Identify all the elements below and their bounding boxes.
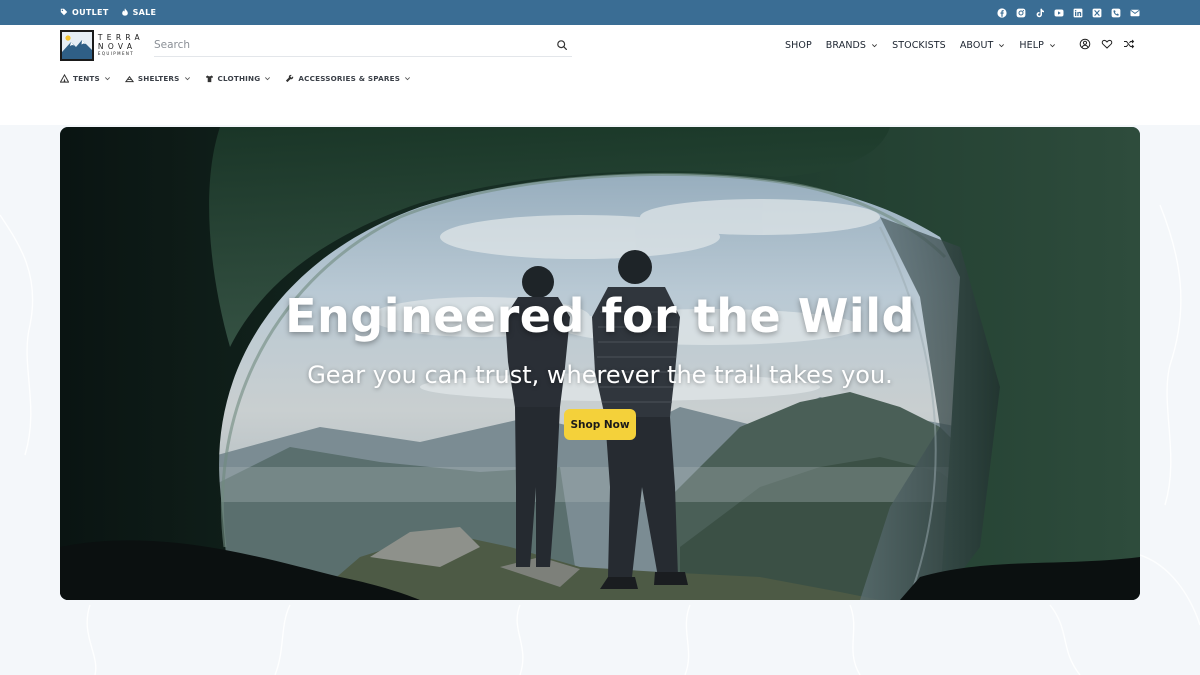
- chevron-down-icon: [871, 42, 878, 49]
- cat-shelters-label: SHELTERS: [137, 73, 180, 83]
- sale-label: SALE: [132, 8, 157, 17]
- outlet-label: OUTLET: [72, 8, 109, 17]
- brand-logo[interactable]: TERRA NOVA EQUIPMENT: [60, 29, 144, 61]
- nav-help-label: HELP: [1019, 39, 1044, 51]
- shop-now-button[interactable]: Shop Now: [564, 409, 636, 440]
- cat-shelters[interactable]: SHELTERS: [124, 73, 191, 83]
- shirt-icon: [205, 74, 214, 83]
- logo-wordmark: TERRA NOVA EQUIPMENT: [98, 33, 144, 57]
- nav-help[interactable]: HELP: [1019, 40, 1056, 51]
- chevron-down-icon: [998, 42, 1005, 49]
- social-links: [997, 7, 1140, 18]
- nav-brands[interactable]: BRANDS: [826, 40, 878, 51]
- wrench-icon: [285, 74, 294, 83]
- top-bar: OUTLET SALE: [0, 0, 1200, 25]
- site-header: TERRA NOVA EQUIPMENT SHOP BRANDS STOCKIS…: [0, 25, 1200, 125]
- compare-shuffle-icon[interactable]: [1123, 38, 1135, 50]
- hero-banner: Engineered for the Wild Gear you can tru…: [60, 127, 1140, 600]
- chevron-down-icon: [404, 75, 411, 82]
- nav-stockists[interactable]: STOCKISTS: [892, 40, 946, 51]
- logo-line-1: TERRA: [97, 33, 144, 42]
- cat-tents-label: TENTS: [73, 73, 100, 83]
- logo-mountain-mark: [60, 29, 94, 61]
- tag-icon: [60, 8, 68, 18]
- shelter-icon: [124, 74, 134, 83]
- cat-accessories[interactable]: ACCESSORIES & SPARES: [285, 74, 411, 83]
- search-input[interactable]: [154, 38, 534, 51]
- hero-subtitle: Gear you can trust, wherever the trail t…: [307, 361, 893, 389]
- sale-link[interactable]: SALE: [121, 7, 157, 18]
- top-bar-links: OUTLET SALE: [60, 7, 157, 18]
- tent-icon: [60, 73, 69, 83]
- account-icon[interactable]: [1079, 38, 1091, 50]
- tiktok-icon[interactable]: [1035, 8, 1045, 18]
- search-icon[interactable]: [556, 39, 568, 51]
- chevron-down-icon: [184, 75, 191, 82]
- logo-line-3: EQUIPMENT: [97, 51, 135, 56]
- chevron-down-icon: [264, 75, 271, 82]
- hero-title: Engineered for the Wild: [285, 289, 915, 343]
- search-bar: [154, 33, 572, 57]
- cat-clothing-label: CLOTHING: [217, 73, 261, 83]
- nav-brands-label: BRANDS: [825, 39, 867, 51]
- mail-icon[interactable]: [1130, 8, 1140, 18]
- header-utility-icons: [1079, 38, 1135, 50]
- chevron-down-icon: [104, 75, 111, 82]
- nav-shop-label: SHOP: [785, 39, 812, 51]
- facebook-icon[interactable]: [997, 7, 1007, 18]
- nav-stockists-label: STOCKISTS: [892, 39, 946, 51]
- wishlist-heart-icon[interactable]: [1101, 38, 1113, 50]
- chevron-down-icon: [1049, 42, 1056, 49]
- cat-accessories-label: ACCESSORIES & SPARES: [298, 73, 401, 83]
- category-navigation: TENTS SHELTERS CLOTHING ACCESSORIES & SP…: [60, 72, 411, 84]
- youtube-icon[interactable]: [1054, 8, 1064, 18]
- main-navigation: SHOP BRANDS STOCKISTS ABOUT HELP: [785, 37, 1056, 53]
- cat-tents[interactable]: TENTS: [60, 73, 111, 83]
- nav-shop[interactable]: SHOP: [785, 40, 812, 51]
- linkedin-icon[interactable]: [1073, 8, 1083, 18]
- instagram-icon[interactable]: [1016, 8, 1026, 18]
- outlet-link[interactable]: OUTLET: [60, 8, 109, 18]
- flame-icon: [121, 7, 129, 18]
- nav-about[interactable]: ABOUT: [960, 40, 1006, 51]
- x-icon[interactable]: [1092, 8, 1102, 18]
- cat-clothing[interactable]: CLOTHING: [205, 74, 272, 83]
- nav-about-label: ABOUT: [959, 39, 994, 51]
- logo-line-2: NOVA: [97, 42, 137, 51]
- phone-icon[interactable]: [1111, 8, 1121, 18]
